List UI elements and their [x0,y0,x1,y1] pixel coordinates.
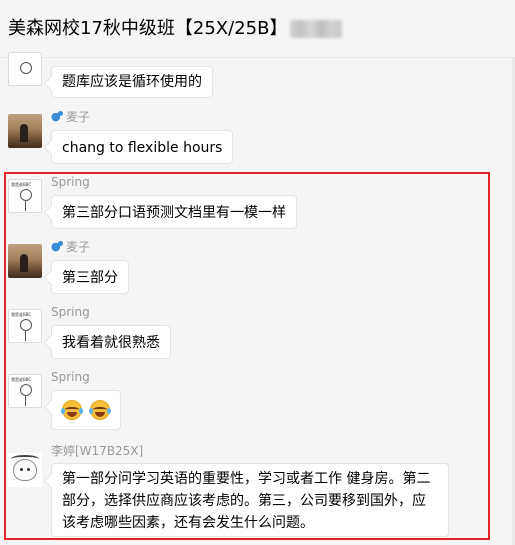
message-text: 我看着就很熟悉 [62,335,160,351]
avatar[interactable]: 我是谁BBC [8,179,42,213]
message-bubble[interactable]: 题库应该是循环使用的 [51,66,213,98]
avatar-sketch-figure [20,62,32,74]
avatar[interactable] [8,114,42,148]
message-text: 第三部分 [62,270,118,286]
avatar-sketch-body [25,396,26,406]
message-bubble[interactable] [51,390,121,430]
avatar[interactable]: 我是谁BBC [8,309,42,343]
emoji-row [61,400,111,420]
avatar-cartoon-face [13,459,37,481]
chat-header: 美森网校17秋中级班【25X/25B】 [0,0,515,58]
sender-name: 麦子 [51,110,90,124]
message-bubble[interactable]: 第三部分口语预测文档里有一模一样 [51,195,297,229]
laughing-crying-emoji-icon [89,400,111,420]
message-bubble[interactable]: 我看着就很熟悉 [51,325,171,359]
avatar-caption: 我是谁BBC [11,312,32,317]
sender-name: 麦子 [51,240,90,254]
message-item: 我是谁BBC Spring 我看着就很熟悉 [0,305,515,361]
chat-title[interactable]: 美森网校17秋中级班【25X/25B】 [8,18,287,40]
message-bubble[interactable]: 第三部分 [51,260,129,294]
sender-name-text: 麦子 [66,110,91,124]
avatar[interactable] [8,52,42,86]
sender-name-text: 麦子 [66,240,91,254]
avatar[interactable]: 我是谁BBC [8,374,42,408]
message-text: 第一部分问学习英语的重要性，学习或者工作 健身房。第二部分，选择供应商应该考虑的… [62,471,431,531]
avatar[interactable] [8,244,42,278]
avatar-sketch-body [25,331,26,341]
sender-name: Spring [51,305,90,319]
whale-icon [51,111,63,122]
redacted-member-count [290,20,342,38]
avatar-sketch-figure [20,319,32,331]
message-item: 麦子 第三部分 [0,240,515,296]
avatar-caption: 我是谁BBC [11,377,32,382]
avatar-sketch-figure [20,384,32,396]
message-item: 麦子 chang to flexible hours [0,110,515,166]
message-bubble[interactable]: chang to flexible hours [51,130,234,164]
sender-name: 李婷[W17B25X] [51,444,144,458]
laughing-crying-emoji-icon [61,400,83,420]
message-text: 第三部分口语预测文档里有一模一样 [62,205,286,221]
message-item: 题库应该是循环使用的 [0,52,515,98]
avatar[interactable] [8,453,42,487]
message-bubble[interactable]: 第一部分问学习英语的重要性，学习或者工作 健身房。第二部分，选择供应商应该考虑的… [51,463,449,537]
avatar-caption: 我是谁BBC [11,182,32,187]
message-item: 我是谁BBC Spring 第三部分口语预测文档里有一模一样 [0,175,515,231]
avatar-sketch-figure [20,189,32,201]
message-text: 题库应该是循环使用的 [62,74,202,90]
message-item: 李婷[W17B25X] 第一部分问学习英语的重要性，学习或者工作 健身房。第二部… [0,441,515,541]
sender-name: Spring [51,370,90,384]
avatar-sketch-body [25,201,26,211]
sender-name: Spring [51,175,90,189]
whale-icon [51,241,63,252]
message-text: chang to flexible hours [62,140,223,156]
message-item: 我是谁BBC Spring [0,370,515,432]
